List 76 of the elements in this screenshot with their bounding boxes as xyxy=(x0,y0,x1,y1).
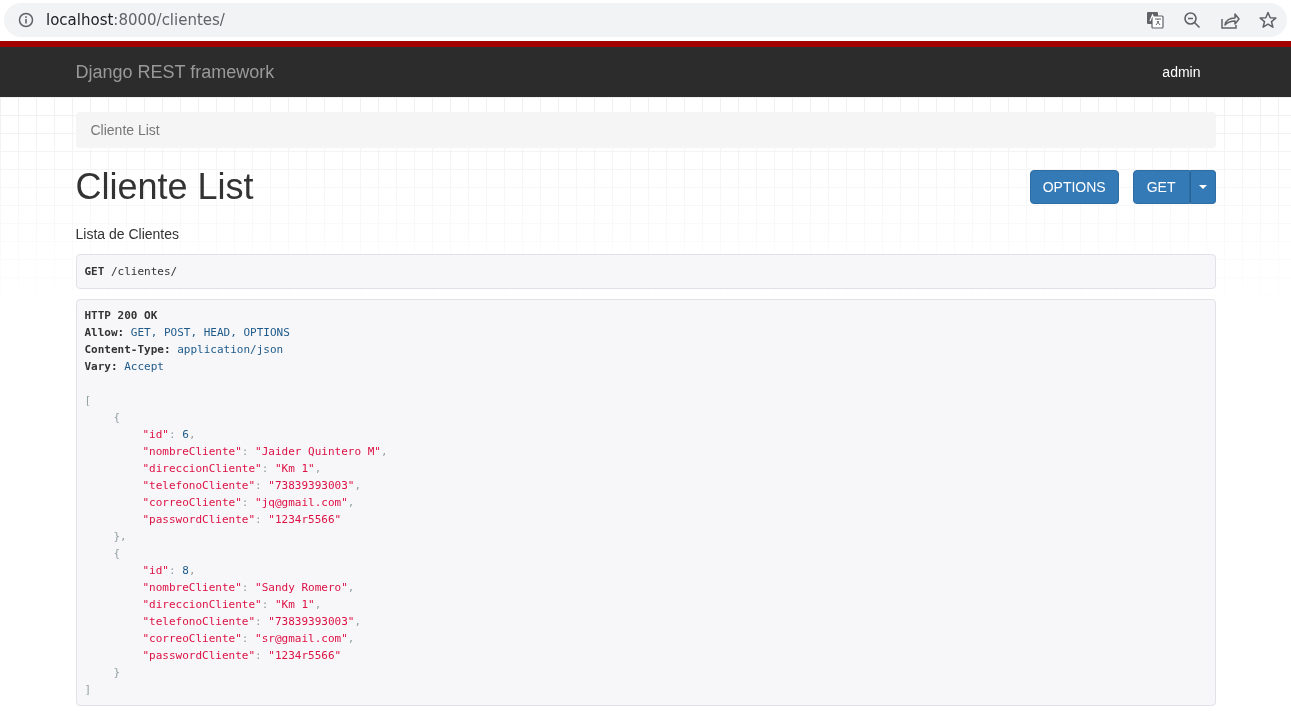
header-name: Allow: xyxy=(84,325,126,341)
json-value: "73839393003" xyxy=(268,614,355,630)
page-title: Cliente List xyxy=(75,166,254,208)
user-menu[interactable]: admin xyxy=(1162,64,1216,80)
json-value: "Km 1" xyxy=(274,597,315,613)
dropdown-button[interactable] xyxy=(1189,170,1216,204)
json-key: "telefonoCliente" xyxy=(142,613,256,630)
brace: }, xyxy=(113,529,127,545)
bracket: ] xyxy=(84,682,92,698)
colon: : xyxy=(255,512,263,528)
comma: , xyxy=(347,631,355,647)
json-key: "direccionCliente" xyxy=(142,460,262,477)
json-value: "Km 1" xyxy=(274,461,315,477)
json-value: "1234r5566" xyxy=(268,648,342,664)
brace: } xyxy=(113,665,121,681)
json-key: "correoCliente" xyxy=(142,494,242,511)
request-method: GET xyxy=(84,265,105,278)
bracket: [ xyxy=(84,393,92,409)
get-button[interactable]: GET xyxy=(1132,170,1190,204)
colon: : xyxy=(241,495,250,511)
comma: , xyxy=(380,444,388,460)
star-icon[interactable] xyxy=(1259,11,1277,29)
status-line: HTTP 200 OK xyxy=(84,308,158,324)
colon: : xyxy=(241,580,250,596)
json-value: 6 xyxy=(182,427,189,443)
brace: { xyxy=(113,546,121,562)
json-value: 8 xyxy=(182,563,189,579)
comma: , xyxy=(188,427,196,443)
address-bar[interactable]: localhost:8000/clientes/ xyxy=(4,3,1287,37)
json-value: "Jaider Quintero M" xyxy=(255,444,381,460)
colon: : xyxy=(241,631,250,647)
request-path: /clientes/ xyxy=(111,265,178,278)
colon: : xyxy=(169,427,177,443)
header-name: Content-Type: xyxy=(84,342,172,358)
colon: : xyxy=(261,461,270,477)
translate-icon[interactable] xyxy=(1146,11,1164,29)
colon: : xyxy=(255,614,263,630)
header-value: GET, POST, HEAD, OPTIONS xyxy=(130,325,290,341)
json-key: "direccionCliente" xyxy=(142,596,262,613)
colon: : xyxy=(241,444,250,460)
json-key: "passwordCliente" xyxy=(142,511,256,528)
caret-icon xyxy=(1198,185,1207,189)
colon: : xyxy=(169,563,177,579)
header-name: Vary: xyxy=(84,359,119,375)
zoom-out-icon[interactable] xyxy=(1183,11,1201,29)
json-key: "passwordCliente" xyxy=(142,647,256,664)
json-key: "id" xyxy=(142,562,169,579)
json-value: "sr@gmail.com" xyxy=(255,631,348,647)
info-icon[interactable] xyxy=(18,12,34,28)
colon: : xyxy=(261,597,270,613)
json-key: "correoCliente" xyxy=(142,630,242,647)
json-key: "telefonoCliente" xyxy=(142,477,256,494)
json-key: "nombreCliente" xyxy=(142,443,242,460)
json-key: "id" xyxy=(142,426,169,443)
comma: , xyxy=(354,478,362,494)
json-value: "1234r5566" xyxy=(268,512,342,528)
breadcrumb-item[interactable]: Cliente List xyxy=(90,122,160,138)
share-icon[interactable] xyxy=(1220,11,1240,29)
colon: : xyxy=(255,648,263,664)
json-value: "jq@gmail.com" xyxy=(255,495,348,511)
json-key: "nombreCliente" xyxy=(142,579,242,596)
comma: , xyxy=(347,495,355,511)
header-value: application/json xyxy=(177,342,284,358)
brace: { xyxy=(113,410,121,426)
comma: , xyxy=(314,597,322,613)
options-button[interactable]: OPTIONS xyxy=(1029,170,1119,204)
description-text: Lista de Clientes xyxy=(75,226,180,242)
header-value: Accept xyxy=(124,359,164,375)
brand-link[interactable]: Django REST framework xyxy=(75,61,275,83)
comma: , xyxy=(347,580,355,596)
comma: , xyxy=(354,614,362,630)
comma: , xyxy=(188,563,196,579)
colon: : xyxy=(255,478,263,494)
json-value: "73839393003" xyxy=(268,478,355,494)
json-value: "Sandy Romero" xyxy=(255,580,348,596)
comma: , xyxy=(314,461,322,477)
